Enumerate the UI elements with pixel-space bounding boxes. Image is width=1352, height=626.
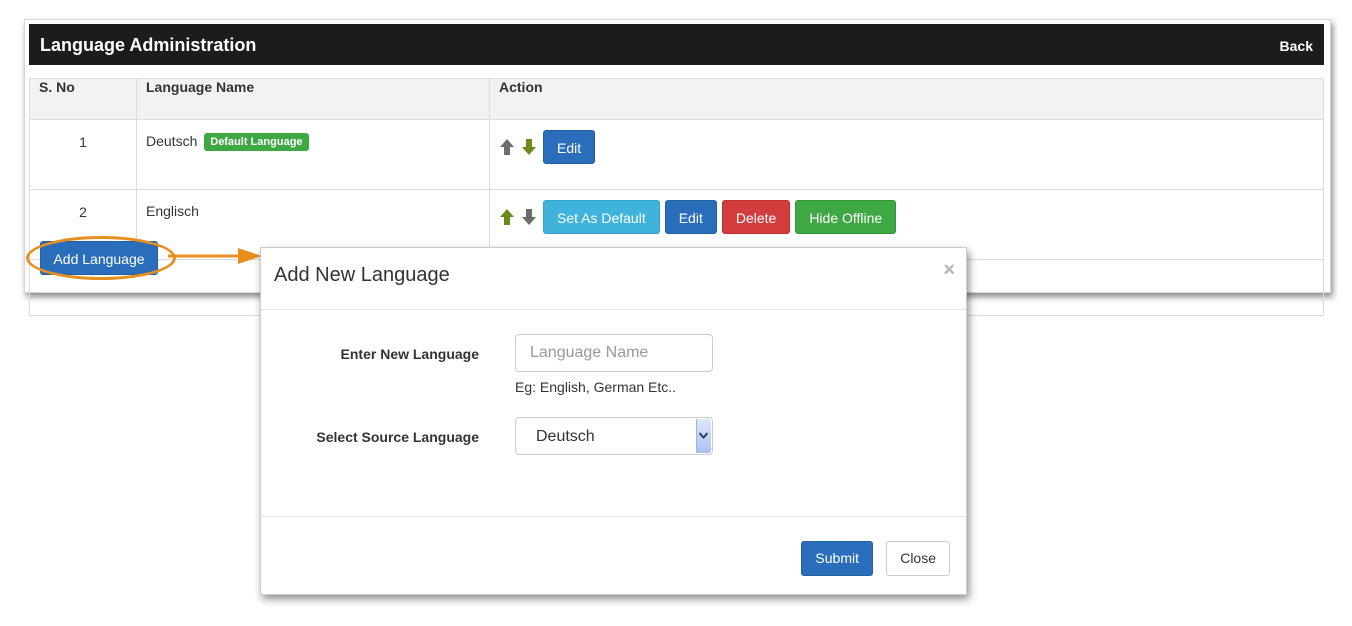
row-language-name: Deutsch Default Language <box>136 119 490 190</box>
close-button[interactable]: Close <box>886 541 950 576</box>
language-name: Deutsch <box>146 133 198 149</box>
add-language-modal: Add New Language × Enter New Language Eg… <box>260 247 967 595</box>
column-header-action: Action <box>489 78 1324 120</box>
modal-header: Add New Language × <box>261 248 966 310</box>
chevron-down-icon[interactable] <box>696 419 711 453</box>
source-language-select[interactable]: Deutsch <box>515 417 713 455</box>
hide-offline-button[interactable]: Hide Offline <box>795 200 897 234</box>
modal-title: Add New Language <box>274 264 450 286</box>
language-help-text: Eg: English, German Etc.. <box>515 379 677 395</box>
arrow-up-icon[interactable] <box>499 208 515 226</box>
edit-button[interactable]: Edit <box>664 200 717 234</box>
language-name-input[interactable] <box>515 334 713 372</box>
new-language-label: Enter New Language <box>340 346 479 362</box>
arrow-up-icon[interactable] <box>499 138 515 156</box>
back-link[interactable]: Back <box>1280 38 1313 54</box>
arrow-down-icon[interactable] <box>521 138 537 156</box>
add-language-button[interactable]: Add Language <box>40 241 158 275</box>
default-language-badge: Default Language <box>204 133 309 151</box>
panel-header: Language Administration Back <box>29 24 1324 65</box>
delete-button[interactable]: Delete <box>721 200 791 234</box>
callout-arrow-icon <box>168 248 262 264</box>
page-title: Language Administration <box>40 35 257 55</box>
set-as-default-button[interactable]: Set As Default <box>543 200 660 234</box>
column-header-language-name: Language Name <box>136 78 490 120</box>
table-row: 1 Deutsch Default Language Edit <box>29 119 1324 190</box>
modal-footer: Submit Close <box>261 516 966 594</box>
submit-button[interactable]: Submit <box>801 541 873 576</box>
edit-button[interactable]: Edit <box>543 130 596 164</box>
close-icon[interactable]: × <box>943 259 955 282</box>
language-name: Englisch <box>146 203 199 219</box>
column-header-sno: S. No <box>29 78 137 120</box>
arrow-down-icon[interactable] <box>521 208 537 226</box>
source-language-label: Select Source Language <box>316 429 479 445</box>
row-actions: Edit <box>489 119 1324 190</box>
table-header-row: S. No Language Name Action <box>29 78 1324 120</box>
row-sno: 1 <box>29 119 137 190</box>
source-language-selected: Deutsch <box>536 428 595 445</box>
